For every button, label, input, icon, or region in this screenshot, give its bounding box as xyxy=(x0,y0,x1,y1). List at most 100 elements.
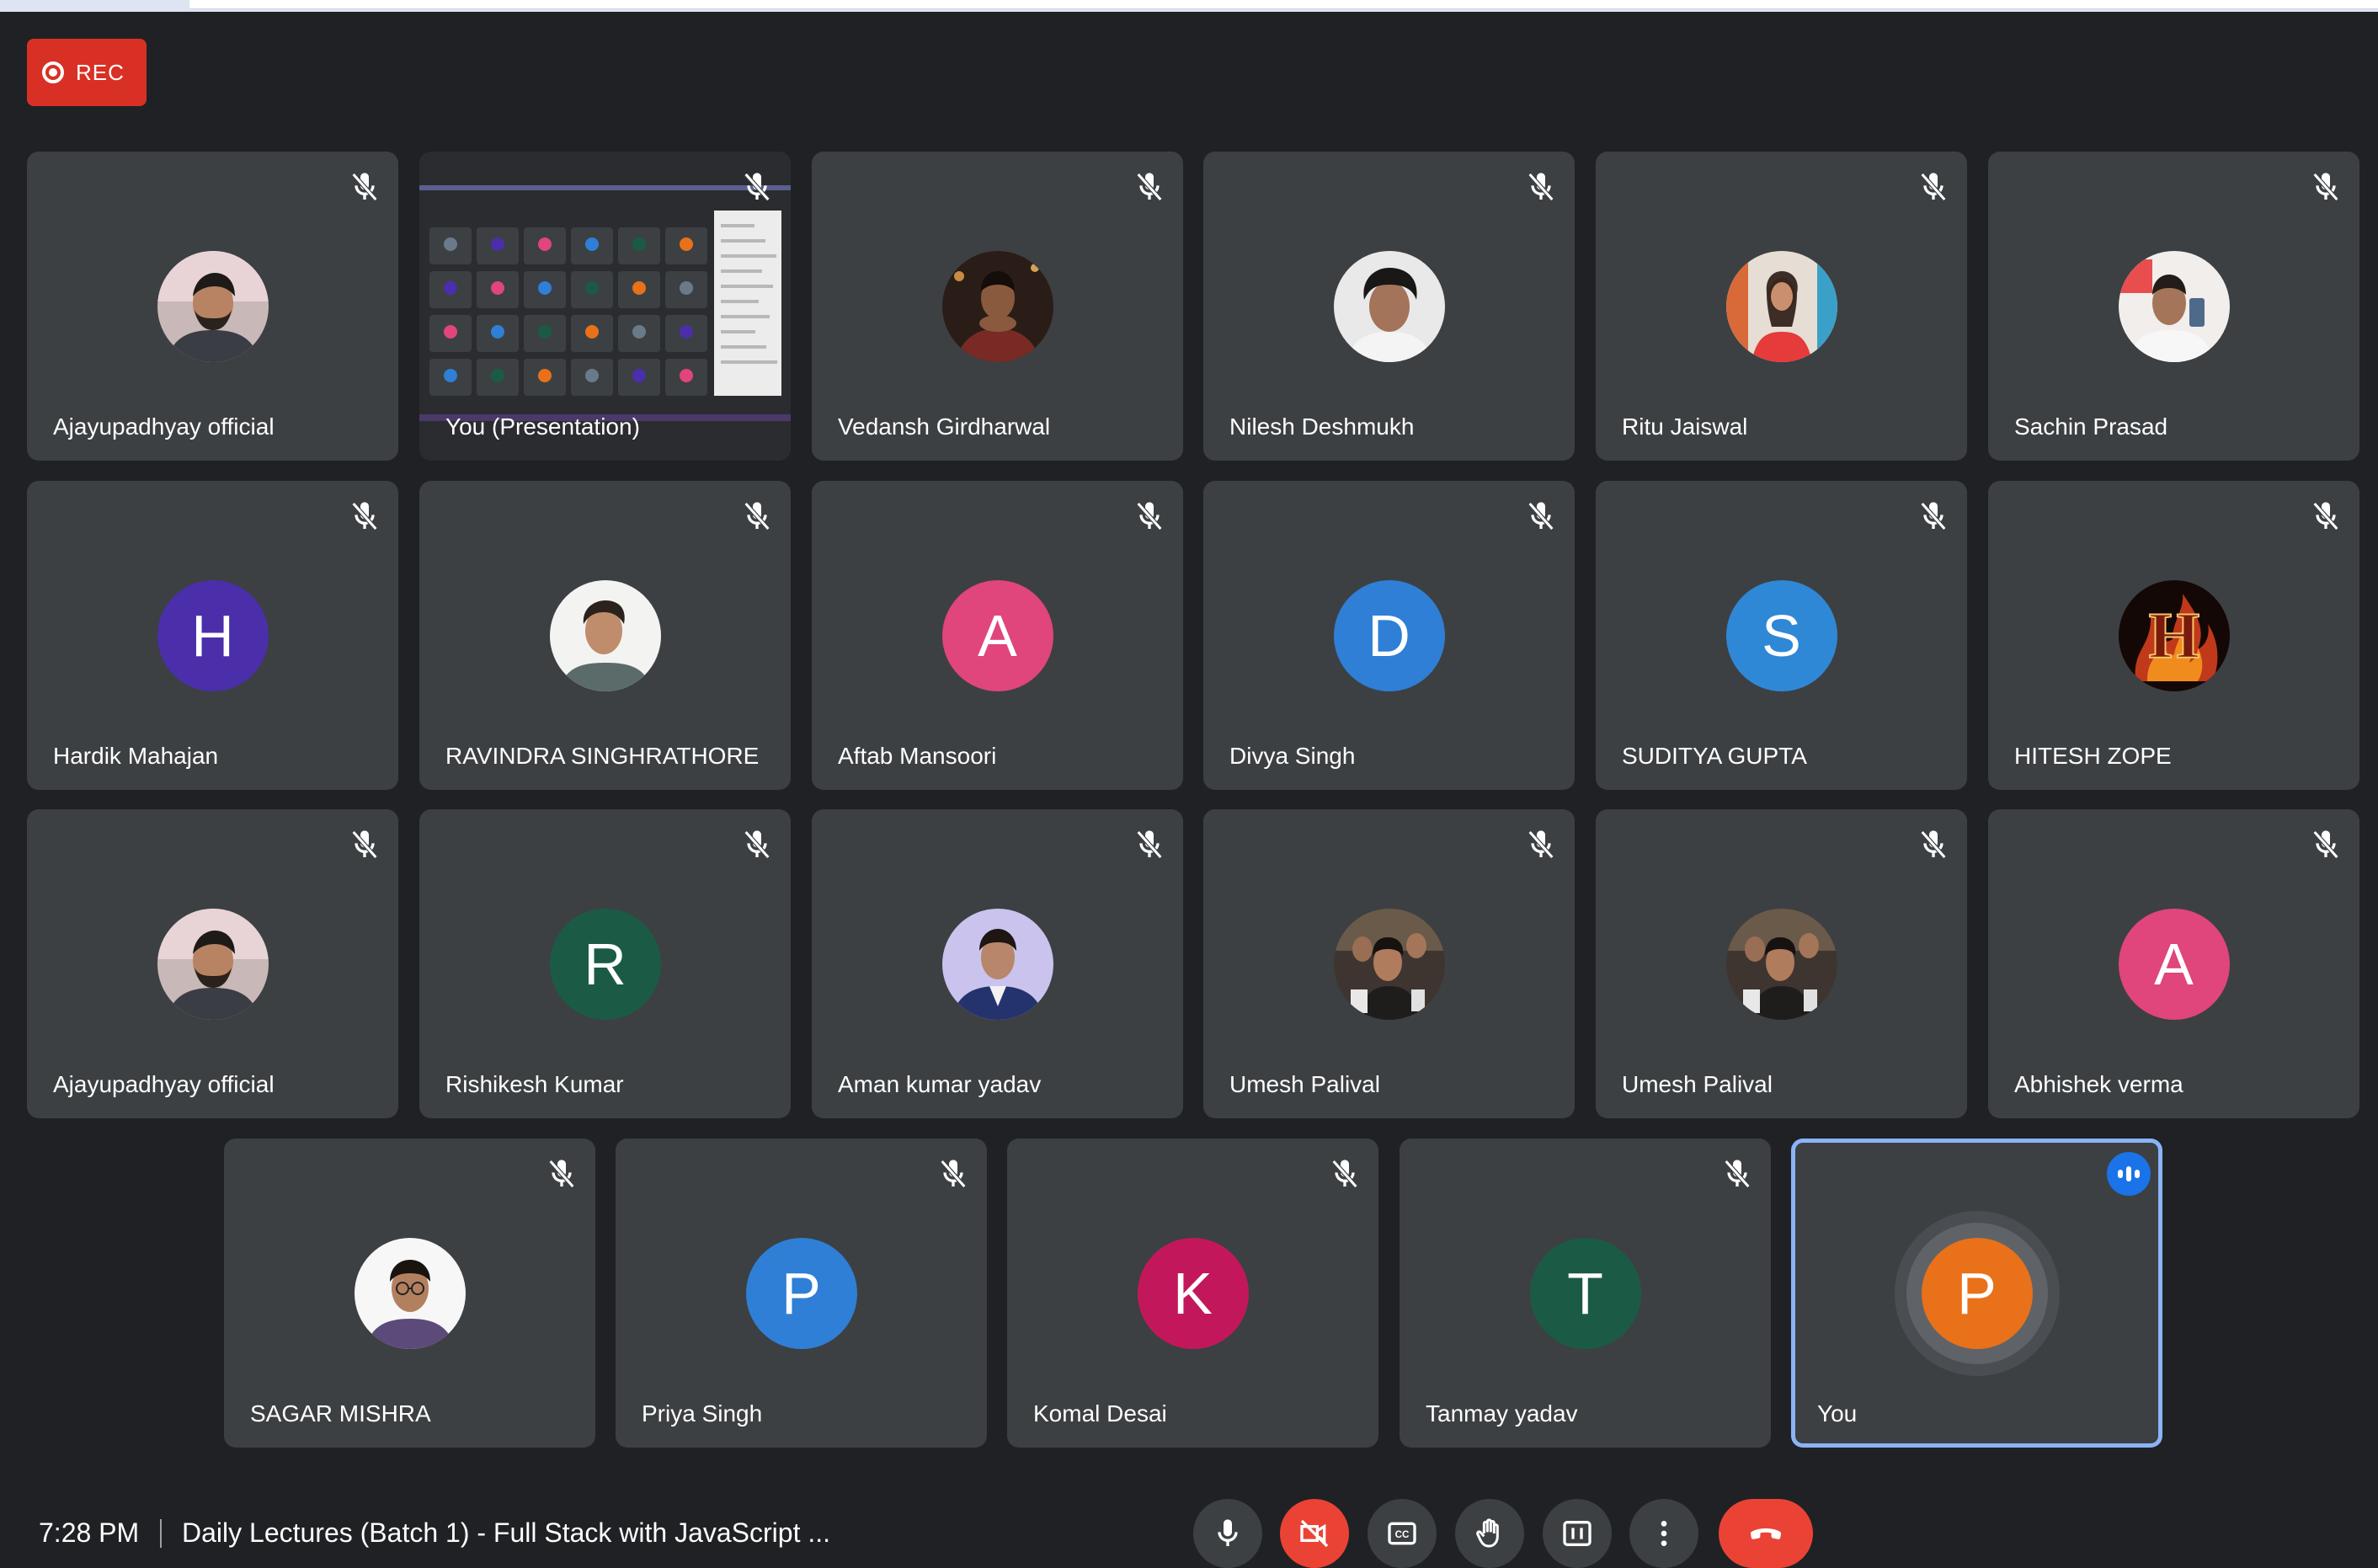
more-vert-icon xyxy=(1661,1521,1667,1546)
participant-name: You (Presentation) xyxy=(445,413,640,440)
mic-muted-icon xyxy=(936,1157,970,1191)
mic-muted-icon xyxy=(1524,499,1558,533)
avatar: D xyxy=(1333,579,1445,691)
participant-tile-sachin-prasad[interactable]: Sachin Prasad xyxy=(1988,152,2359,461)
avatar: S xyxy=(1725,579,1837,691)
participant-name: Hardik Mahajan xyxy=(53,743,219,769)
participant-name: Komal Desai xyxy=(1033,1400,1167,1427)
avatar xyxy=(2118,250,2230,362)
participant-tile-aman-kumar-yadav[interactable]: Aman kumar yadav xyxy=(812,809,1183,1118)
participant-tile-rishikesh-kumar[interactable]: R Rishikesh Kumar xyxy=(419,809,791,1118)
participant-name: Tanmay yadav xyxy=(1426,1400,1578,1427)
participant-name: Ajayupadhyay official xyxy=(53,413,275,440)
participant-tile-priya-singh[interactable]: P Priya Singh xyxy=(616,1139,987,1448)
captions-button[interactable]: CC xyxy=(1368,1499,1437,1568)
present-button[interactable] xyxy=(1543,1499,1612,1568)
participant-tile-komal-desai[interactable]: K Komal Desai xyxy=(1007,1139,1378,1448)
avatar: T xyxy=(1529,1237,1641,1349)
svg-text:CC: CC xyxy=(1395,1529,1410,1540)
participant-tile-tanmay-yadav[interactable]: T Tanmay yadav xyxy=(1400,1139,1771,1448)
participant-name: Aftab Mansoori xyxy=(838,743,997,769)
mic-muted-icon xyxy=(740,170,774,204)
participant-tile-umesh-palival[interactable]: Umesh Palival xyxy=(1203,809,1575,1118)
mic-muted-icon xyxy=(1133,828,1166,861)
avatar xyxy=(1725,908,1837,1020)
participant-tile-you[interactable]: P You xyxy=(1791,1139,2162,1448)
browser-top-strip xyxy=(0,0,2378,12)
avatar xyxy=(1333,908,1445,1020)
speaking-indicator-icon xyxy=(2107,1152,2151,1196)
end-call-icon xyxy=(1750,1528,1782,1539)
participant-tile-sagar-mishra[interactable]: SAGAR MISHRA xyxy=(224,1139,595,1448)
mic-muted-icon xyxy=(2309,170,2343,204)
participant-tile-suditya-gupta[interactable]: S SUDITYA GUPTA xyxy=(1596,481,1967,790)
divider xyxy=(160,1519,162,1548)
mic-muted-icon xyxy=(1524,828,1558,861)
recording-indicator[interactable]: REC xyxy=(27,39,147,106)
avatar xyxy=(157,250,269,362)
mic-muted-icon xyxy=(1720,1157,1754,1191)
participant-name: Nilesh Deshmukh xyxy=(1229,413,1415,440)
participant-name: SUDITYA GUPTA xyxy=(1622,743,1807,769)
participant-tile-aftab-mansoori[interactable]: A Aftab Mansoori xyxy=(812,481,1183,790)
svg-text:H: H xyxy=(2148,599,2199,672)
participant-name: Ajayupadhyay official xyxy=(53,1071,275,1097)
mic-muted-icon xyxy=(1328,1157,1362,1191)
participant-name: Umesh Palival xyxy=(1622,1071,1773,1097)
camera-off-icon xyxy=(1300,1519,1329,1548)
captions-icon: CC xyxy=(1388,1522,1416,1545)
mic-muted-icon xyxy=(1133,499,1166,533)
avatar: H xyxy=(157,579,269,691)
bottom-bar: 7:28 PM Daily Lectures (Batch 1) - Full … xyxy=(0,1499,2378,1568)
participant-name: RAVINDRA SINGHRATHORE xyxy=(445,743,760,769)
browser-bar xyxy=(189,0,2378,9)
avatar: H xyxy=(2118,579,2230,691)
mic-button[interactable] xyxy=(1193,1499,1262,1568)
participant-tile-hitesh-zope[interactable]: H HITESH ZOPE xyxy=(1988,481,2359,790)
participant-tile-you-presentation[interactable]: You (Presentation) xyxy=(419,152,791,461)
mic-icon xyxy=(1218,1519,1238,1546)
avatar xyxy=(941,250,1053,362)
participant-tile-umesh-palival[interactable]: Umesh Palival xyxy=(1596,809,1967,1118)
participant-name: Abhishek verma xyxy=(2014,1071,2183,1097)
more-options-button[interactable] xyxy=(1629,1499,1698,1568)
present-icon xyxy=(1563,1521,1592,1546)
participant-name: Divya Singh xyxy=(1229,743,1356,769)
avatar: A xyxy=(941,579,1053,691)
participant-tile-nilesh-deshmukh[interactable]: Nilesh Deshmukh xyxy=(1203,152,1575,461)
recording-label: REC xyxy=(76,59,125,85)
mic-muted-icon xyxy=(1133,170,1166,204)
participant-tile-hardik-mahajan[interactable]: H Hardik Mahajan xyxy=(27,481,398,790)
participant-tile-vedansh-girdharwal[interactable]: Vedansh Girdharwal xyxy=(812,152,1183,461)
participant-name: Aman kumar yadav xyxy=(838,1071,1042,1097)
mic-muted-icon xyxy=(1917,828,1950,861)
participant-tile-abhishek-verma[interactable]: A Abhishek verma xyxy=(1988,809,2359,1118)
meeting-clock: 7:28 PM xyxy=(39,1517,140,1548)
participant-name: Umesh Palival xyxy=(1229,1071,1380,1097)
avatar xyxy=(941,908,1053,1020)
avatar xyxy=(549,579,661,691)
mic-muted-icon xyxy=(1917,499,1950,533)
end-call-button[interactable] xyxy=(1719,1499,1813,1568)
meeting-title[interactable]: Daily Lectures (Batch 1) - Full Stack wi… xyxy=(182,1517,830,1549)
participant-tile-divya-singh[interactable]: D Divya Singh xyxy=(1203,481,1575,790)
avatar xyxy=(1333,250,1445,362)
mic-muted-icon xyxy=(2309,499,2343,533)
avatar: A xyxy=(2118,908,2230,1020)
participant-name: Ritu Jaiswal xyxy=(1622,413,1748,440)
camera-button[interactable] xyxy=(1280,1499,1349,1568)
avatar: K xyxy=(1137,1237,1249,1349)
mic-muted-icon xyxy=(1917,170,1950,204)
mic-muted-icon xyxy=(348,499,381,533)
mic-muted-icon xyxy=(2309,828,2343,861)
participant-tile-ritu-jaiswal[interactable]: Ritu Jaiswal xyxy=(1596,152,1967,461)
mic-muted-icon xyxy=(348,828,381,861)
mic-muted-icon xyxy=(1524,170,1558,204)
participant-tile-ajayupadhyay-official[interactable]: Ajayupadhyay official xyxy=(27,152,398,461)
participant-name: You xyxy=(1817,1400,1858,1427)
participant-name: HITESH ZOPE xyxy=(2014,743,2172,769)
mic-muted-icon xyxy=(740,828,774,861)
participant-tile-ravindra-singhrathore[interactable]: RAVINDRA SINGHRATHORE xyxy=(419,481,791,790)
raise-hand-button[interactable] xyxy=(1455,1499,1524,1568)
participant-tile-ajayupadhyay-official[interactable]: Ajayupadhyay official xyxy=(27,809,398,1118)
